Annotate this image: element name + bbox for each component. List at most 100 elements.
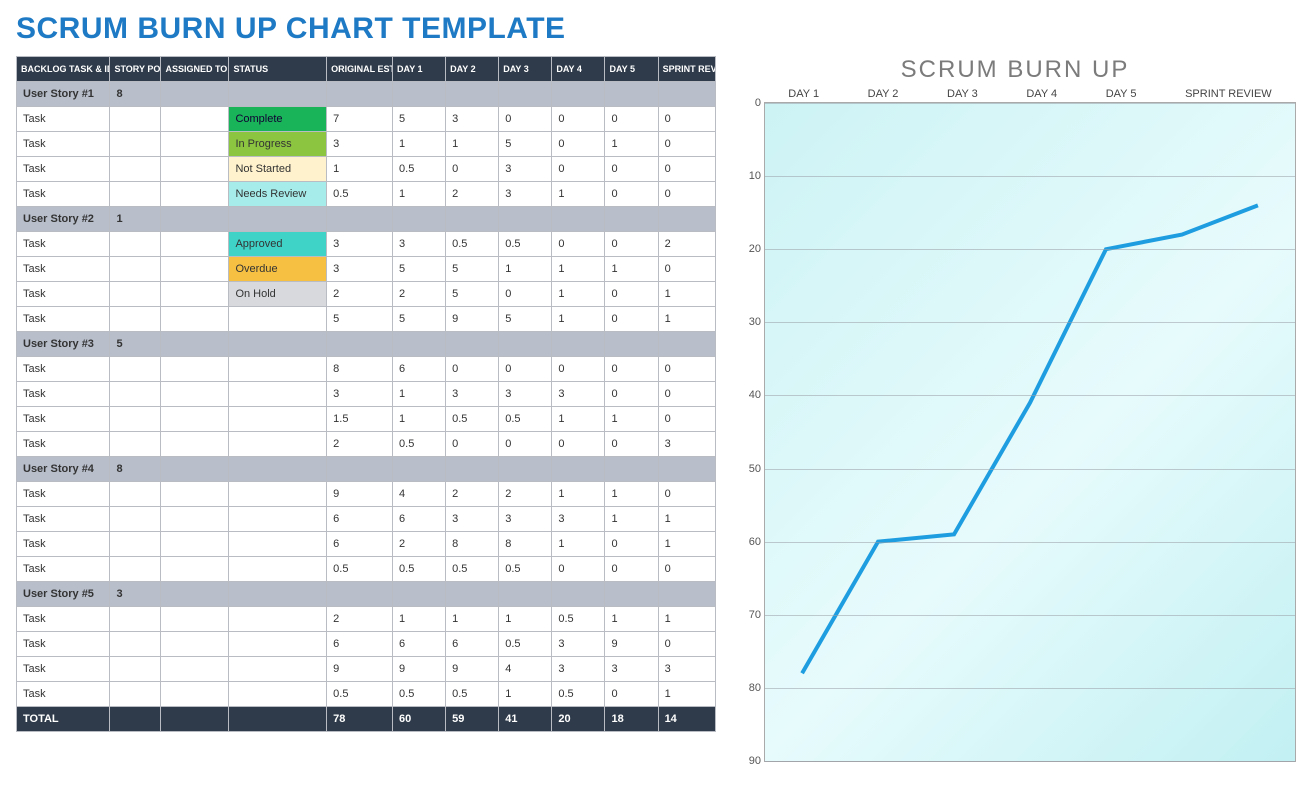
cell: 2 xyxy=(393,282,446,307)
cell: 3 xyxy=(499,182,552,207)
y-tick-label: 10 xyxy=(739,170,761,182)
cell: 5 xyxy=(499,307,552,332)
story-row: User Story #53 xyxy=(17,582,716,607)
cell xyxy=(658,457,715,482)
burnup-chart: SCRUM BURN UP DAY 1DAY 2DAY 3DAY 4DAY 5S… xyxy=(734,56,1296,762)
cell: 2 xyxy=(327,432,393,457)
cell xyxy=(327,332,393,357)
cell: 3 xyxy=(327,232,393,257)
task-row: Task21110.511 xyxy=(17,607,716,632)
cell xyxy=(161,557,229,582)
cell: 3 xyxy=(605,657,658,682)
task-row: Task5595101 xyxy=(17,307,716,332)
cell: 3 xyxy=(327,132,393,157)
cell xyxy=(161,257,229,282)
cell: 0 xyxy=(499,432,552,457)
cell: Task xyxy=(17,132,110,157)
cell: Task xyxy=(17,282,110,307)
burnup-table: BACKLOG TASK & IDSTORY POINTSASSIGNED TO… xyxy=(16,56,716,732)
cell xyxy=(327,207,393,232)
cell: 0 xyxy=(658,257,715,282)
cell: 1 xyxy=(605,407,658,432)
cell xyxy=(658,582,715,607)
cell: 0 xyxy=(658,357,715,382)
cell xyxy=(161,682,229,707)
cell: 1 xyxy=(552,482,605,507)
col-header: STORY POINTS xyxy=(110,57,161,82)
cell xyxy=(393,82,446,107)
cell: 0.5 xyxy=(393,682,446,707)
cell: 3 xyxy=(499,382,552,407)
cell: 0.5 xyxy=(446,407,499,432)
y-tick-label: 30 xyxy=(739,316,761,328)
cell: 3 xyxy=(499,157,552,182)
cell xyxy=(161,382,229,407)
cell: 2 xyxy=(446,482,499,507)
gridline xyxy=(765,103,1295,104)
cell: 9 xyxy=(446,657,499,682)
cell xyxy=(110,507,161,532)
cell: 0.5 xyxy=(446,682,499,707)
cell xyxy=(229,507,327,532)
chart-plot-area: 0102030405060708090 xyxy=(764,102,1296,762)
cell: 14 xyxy=(658,707,715,732)
x-tick-label: DAY 5 xyxy=(1106,88,1137,100)
task-row: Task1.510.50.5110 xyxy=(17,407,716,432)
cell xyxy=(110,132,161,157)
cell: 1 xyxy=(658,282,715,307)
status-cell: On Hold xyxy=(229,282,327,307)
cell: 3 xyxy=(552,507,605,532)
cell: 0 xyxy=(605,682,658,707)
cell xyxy=(110,382,161,407)
y-tick-label: 60 xyxy=(739,536,761,548)
cell xyxy=(161,407,229,432)
cell: 6 xyxy=(327,507,393,532)
cell: 2 xyxy=(393,532,446,557)
cell: Task xyxy=(17,482,110,507)
x-tick-label: DAY 4 xyxy=(1026,88,1057,100)
cell: 8 xyxy=(446,532,499,557)
cell: 1 xyxy=(552,307,605,332)
cell xyxy=(110,432,161,457)
total-row: TOTAL78605941201814 xyxy=(17,707,716,732)
gridline xyxy=(765,249,1295,250)
cell: 78 xyxy=(327,707,393,732)
cell: 9 xyxy=(327,482,393,507)
y-tick-label: 50 xyxy=(739,463,761,475)
cell: 0 xyxy=(446,432,499,457)
cell: 1 xyxy=(327,157,393,182)
cell xyxy=(229,207,327,232)
cell xyxy=(229,82,327,107)
cell: 0 xyxy=(605,532,658,557)
cell: 0 xyxy=(658,407,715,432)
cell xyxy=(446,582,499,607)
cell: 1 xyxy=(393,182,446,207)
cell: 0 xyxy=(552,232,605,257)
status-cell: Complete xyxy=(229,107,327,132)
cell: 1 xyxy=(499,682,552,707)
cell: 6 xyxy=(393,632,446,657)
cell xyxy=(161,707,229,732)
cell: 0.5 xyxy=(499,632,552,657)
cell xyxy=(605,457,658,482)
cell: 3 xyxy=(327,257,393,282)
cell: 0.5 xyxy=(446,557,499,582)
cell: 5 xyxy=(110,332,161,357)
cell xyxy=(499,332,552,357)
cell: 3 xyxy=(446,507,499,532)
cell: 8 xyxy=(110,82,161,107)
cell xyxy=(552,82,605,107)
gridline xyxy=(765,542,1295,543)
gridline xyxy=(765,688,1295,689)
col-header: DAY 5 xyxy=(605,57,658,82)
cell xyxy=(552,332,605,357)
cell: User Story #4 xyxy=(17,457,110,482)
page-title: SCRUM BURN UP CHART TEMPLATE xyxy=(16,12,1296,46)
cell: 0.5 xyxy=(499,407,552,432)
cell xyxy=(499,582,552,607)
cell: 0.5 xyxy=(499,557,552,582)
cell: TOTAL xyxy=(17,707,110,732)
x-tick-label: DAY 3 xyxy=(947,88,978,100)
cell: 3 xyxy=(658,657,715,682)
cell: 3 xyxy=(110,582,161,607)
